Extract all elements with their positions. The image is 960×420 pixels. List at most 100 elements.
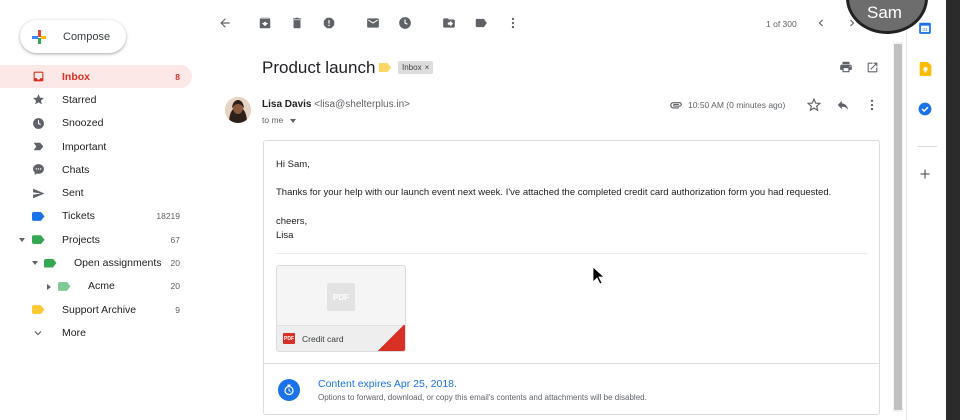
chevron-left-icon[interactable] — [813, 15, 829, 31]
sidebar-item-label: Inbox — [62, 70, 90, 83]
details-caret-icon[interactable] — [289, 118, 296, 123]
body-paragraph: Thanks for your help with our launch eve… — [276, 187, 832, 198]
report-spam-icon[interactable] — [321, 15, 337, 31]
sidebar-item-more[interactable]: More — [0, 321, 192, 344]
rail-divider — [917, 146, 937, 147]
body-signature: Lisa — [276, 230, 294, 241]
send-icon — [31, 186, 45, 200]
body-greeting: Hi Sam, — [276, 159, 310, 170]
pdf-icon: PDF — [283, 333, 295, 344]
attachment-footer: PDF Credit card — [277, 325, 405, 351]
sidebar-item-starred[interactable]: Starred — [0, 88, 192, 111]
caret-down-icon[interactable] — [32, 261, 38, 266]
sidebar-item-label: Support Archive — [62, 303, 137, 316]
keep-notes-icon[interactable] — [917, 61, 933, 77]
avatar[interactable] — [225, 97, 251, 123]
expiry-title[interactable]: Content expires Apr 25, 2018. — [318, 378, 457, 390]
sidebar-item-snoozed[interactable]: Snoozed — [0, 112, 192, 135]
sender-email: <lisa@shelterplus.in> — [314, 99, 411, 110]
label-icon — [31, 233, 45, 247]
sender-name[interactable]: Lisa Davis — [262, 99, 311, 110]
sidebar-item-inbox[interactable]: Inbox 8 — [0, 65, 192, 89]
pagination-count: 1 of 300 — [766, 19, 797, 29]
sidebar: Compose Inbox 8 Starred Snoozed Importan… — [0, 0, 200, 420]
chevron-down-icon — [31, 326, 45, 340]
sender-line: Lisa Davis <lisa@shelterplus.in> — [262, 99, 410, 110]
sidebar-item-open-assignments[interactable]: Open assignments 20 — [0, 251, 192, 274]
chat-icon — [31, 163, 45, 177]
message-toolbar: 1 of 300 — [210, 0, 905, 50]
sidebar-item-label: Open assignments — [74, 257, 162, 270]
move-to-icon[interactable] — [441, 15, 457, 31]
sidebar-item-label: Tickets — [62, 210, 95, 223]
delete-icon[interactable] — [289, 15, 305, 31]
sidebar-item-label: Starred — [62, 93, 97, 106]
message-time: 10:50 AM (0 minutes ago) — [688, 100, 786, 110]
mouse-cursor-icon — [592, 266, 606, 290]
message-body: Hi Sam, Thanks for your help with our la… — [263, 140, 880, 415]
sidebar-item-sent[interactable]: Sent — [0, 181, 192, 204]
label-icon — [31, 209, 45, 223]
sidebar-item-label: Projects — [62, 233, 100, 246]
reply-icon[interactable] — [835, 97, 851, 113]
timer-lock-icon — [278, 379, 300, 401]
sidebar-item-count: 20 — [170, 281, 180, 292]
svg-text:31: 31 — [922, 27, 928, 32]
caret-down-icon[interactable] — [19, 238, 25, 243]
divider — [276, 253, 867, 254]
sidebar-item-projects[interactable]: Projects 67 — [0, 228, 192, 251]
clock-icon — [31, 116, 45, 130]
plus-icon — [32, 29, 46, 44]
pdf-thumbnail-icon: PDF — [327, 283, 355, 311]
snooze-icon[interactable] — [397, 15, 413, 31]
calendar-icon[interactable]: 31 — [917, 20, 933, 36]
star-outline-icon[interactable] — [806, 97, 822, 113]
sidebar-item-count: 18219 — [156, 211, 180, 222]
back-arrow-icon[interactable] — [217, 15, 233, 31]
recipient-line[interactable]: to me — [262, 115, 296, 125]
confidential-expiry-banner: Content expires Apr 25, 2018. Options to… — [264, 363, 879, 415]
attachment-card[interactable]: PDF PDF Credit card — [276, 265, 406, 352]
sidebar-item-support-archive[interactable]: Support Archive 9 — [0, 298, 192, 321]
caret-right-icon[interactable] — [47, 283, 51, 290]
print-icon[interactable] — [838, 59, 854, 75]
mark-unread-icon[interactable] — [365, 15, 381, 31]
sidebar-item-tickets[interactable]: Tickets 18219 — [0, 205, 192, 228]
more-vert-icon[interactable] — [864, 97, 880, 113]
label-icon — [43, 256, 57, 270]
open-in-new-icon[interactable] — [864, 59, 880, 75]
sidebar-item-acme[interactable]: Acme 20 — [0, 275, 192, 298]
sidebar-item-count: 9 — [175, 304, 180, 315]
star-icon — [31, 93, 45, 107]
scrollbar-thumb[interactable] — [894, 44, 902, 410]
tasks-icon[interactable] — [917, 101, 933, 117]
sidebar-item-chats[interactable]: Chats — [0, 158, 192, 181]
more-vert-icon[interactable] — [505, 15, 521, 31]
attachment-name: Credit card — [302, 334, 344, 344]
important-icon — [31, 140, 45, 154]
side-panel-rail: 31 — [906, 0, 946, 420]
label-icon[interactable] — [473, 15, 489, 31]
inbox-label-chip: Inbox × — [398, 61, 434, 74]
sidebar-item-count: 8 — [175, 71, 180, 82]
inbox-icon — [31, 70, 45, 84]
page-corner-icon — [377, 325, 405, 351]
recipient-label: to me — [262, 115, 284, 125]
body-signoff: cheers, — [276, 216, 308, 227]
sidebar-item-label: Acme — [88, 280, 115, 293]
window-frame — [946, 0, 960, 420]
sidebar-item-label: More — [62, 326, 86, 339]
sidebar-item-label: Chats — [62, 163, 90, 176]
importance-marker-icon[interactable] — [379, 63, 391, 72]
add-addon-icon[interactable] — [917, 166, 933, 182]
chip-label: Inbox — [402, 63, 422, 72]
compose-button[interactable]: Compose — [20, 20, 126, 53]
remove-label-icon[interactable]: × — [425, 63, 430, 72]
archive-icon[interactable] — [257, 15, 273, 31]
sidebar-item-important[interactable]: Important — [0, 135, 192, 158]
expiry-subtitle: Options to forward, download, or copy th… — [318, 393, 647, 402]
sidebar-item-count: 20 — [170, 258, 180, 269]
sidebar-item-label: Sent — [62, 187, 84, 200]
sidebar-item-label: Important — [62, 140, 107, 153]
compose-label: Compose — [63, 30, 111, 43]
